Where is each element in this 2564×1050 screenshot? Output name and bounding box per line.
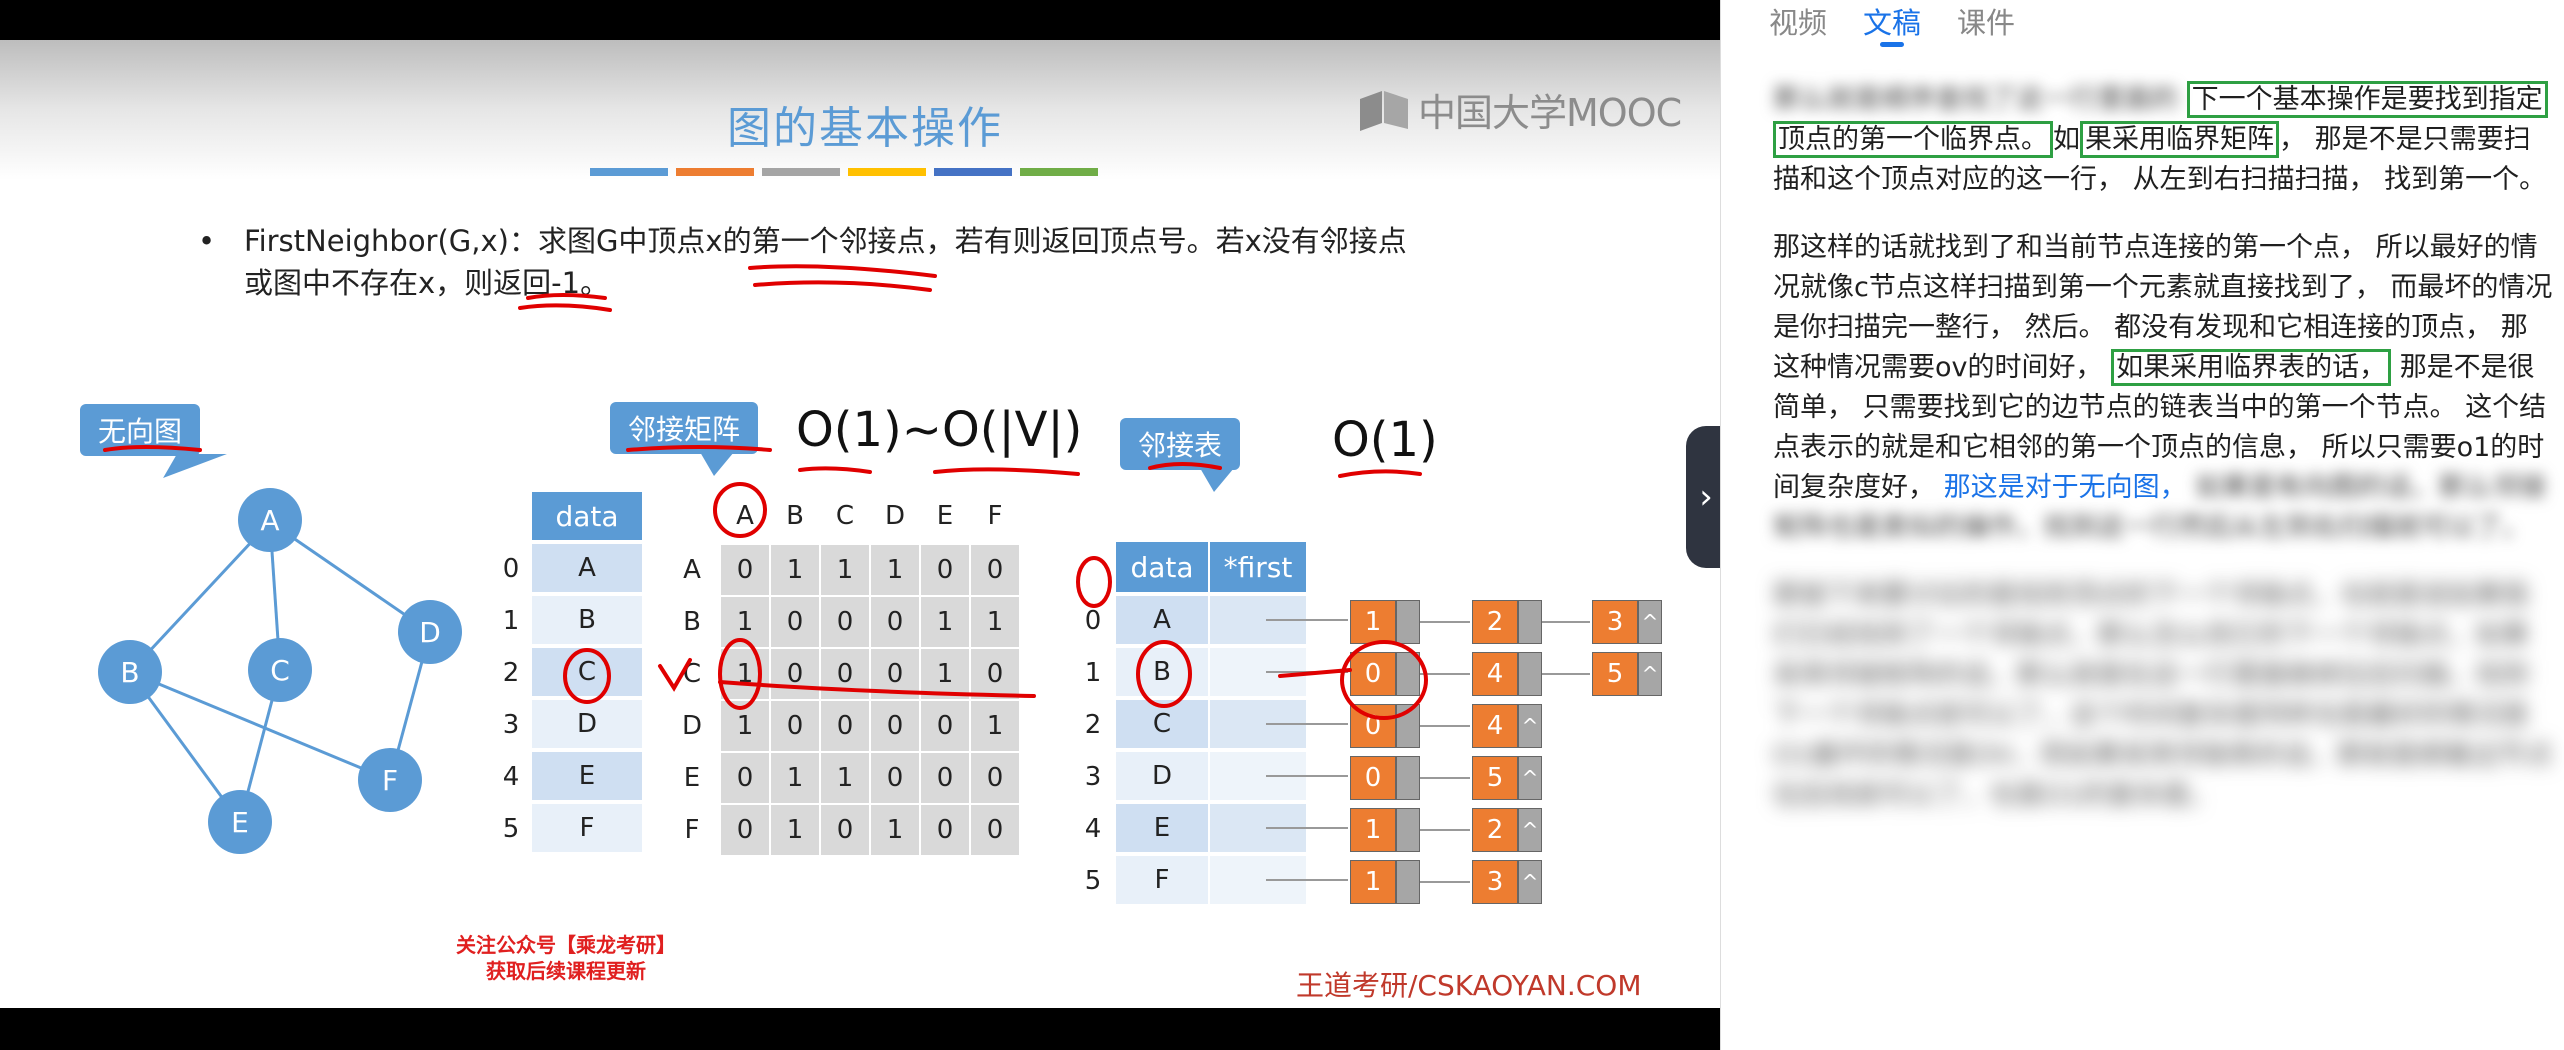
tab-文稿[interactable]: 文稿 bbox=[1863, 0, 1921, 42]
highlight-box: 下一个基本操作是要找到指定 bbox=[2186, 81, 2548, 118]
handwritten-annotations bbox=[103, 264, 1428, 720]
highlight-box: 果采用临界矩阵 bbox=[2080, 121, 2279, 158]
tab-视频[interactable]: 视频 bbox=[1769, 0, 1827, 42]
transcript-paragraph-1: 那么就是顺序查找了这一行里面的 下一个基本操作是要找到指定顶点的第一个临界点。如… bbox=[1773, 80, 2553, 200]
chevron-right-icon: › bbox=[1699, 477, 1713, 517]
panel-tabs: 视频 文稿 课件 bbox=[1769, 0, 2015, 42]
video-player[interactable]: 图的基本操作 中国大学MOOC • FirstNeighbor(G,x)：求图G… bbox=[0, 0, 1720, 1050]
highlight-box: 顶点的第一个临界点。 bbox=[1773, 121, 2053, 158]
side-panel: 视频 文稿 课件 那么就是顺序查找了这一行里面的 下一个基本操作是要找到指定顶点的第… bbox=[1720, 0, 2564, 1050]
wechat-watermark: 关注公众号【乘龙考研】 获取后续课程更新 bbox=[456, 933, 676, 983]
transcript-paragraph-3: 那接下来要讨论的是找到顶点的下一个邻接点，也就是说如果我们已经找到了一个邻接点，… bbox=[1773, 580, 2553, 811]
current-sentence[interactable]: 那这是对于无向图， bbox=[1944, 472, 2187, 503]
highlight-box: 如果采用临界表的话， bbox=[2111, 349, 2392, 386]
lecture-slide: 图的基本操作 中国大学MOOC • FirstNeighbor(G,x)：求图G… bbox=[0, 40, 1720, 1008]
transcript-paragraph-2: 那这样的话就找到了和当前节点连接的第一个点， 所以最好的情况就像c节点这样扫描到… bbox=[1773, 232, 2553, 543]
tab-课件[interactable]: 课件 bbox=[1957, 0, 2015, 42]
transcript: 那么就是顺序查找了这一行里面的 下一个基本操作是要找到指定顶点的第一个临界点。如… bbox=[1773, 80, 2553, 844]
site-watermark: 王道考研/CSKAOYAN.COM bbox=[1296, 969, 1642, 1002]
